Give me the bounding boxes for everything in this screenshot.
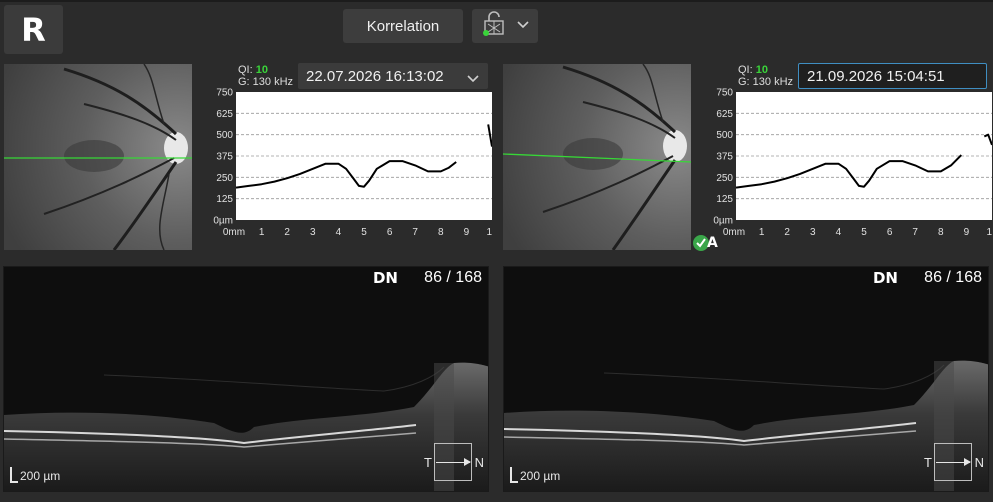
y-tick-label: 250 [216, 173, 233, 184]
correlation-button[interactable]: Korrelation [343, 9, 463, 43]
x-tick-label: 2 [784, 227, 790, 238]
x-tick-label: 4 [836, 227, 842, 238]
x-tick-label: 2 [284, 227, 290, 238]
fundus-image-right[interactable] [503, 64, 691, 250]
scale-bar-label: 200 µm [520, 469, 561, 483]
x-tick-label: 3 [810, 227, 816, 238]
x-tick-label: 5 [861, 227, 867, 238]
x-tick-label: 10 [986, 227, 992, 238]
y-tick-label: 750 [216, 88, 233, 99]
y-tick-label: 500 [716, 130, 733, 141]
orientation-nasal-label: N [974, 455, 984, 470]
bscan-view-right[interactable]: DN 86 / 168 200 µm T N [503, 266, 989, 492]
arrow-right-icon [936, 458, 971, 466]
x-tick-label: 0mm [223, 227, 245, 238]
y-tick-label: 125 [216, 194, 233, 205]
lock-dropdown-button[interactable] [472, 9, 538, 43]
thickness-chart-left: 0µm 125 250 375 500 625 750 0mm 1 2 3 4 5 6 7 8 9 10 [210, 88, 498, 244]
orientation-temporal-label: T [924, 455, 932, 470]
x-tick-label: 0mm [723, 227, 745, 238]
y-tick-label: 0µm [713, 216, 733, 227]
thickness-plot: 0µm 125 250 375 500 625 750 0mm 1 2 3 4 5 6 7 8 9 10 [713, 88, 993, 239]
y-tick-label: 500 [216, 130, 233, 141]
x-tick-label: 3 [310, 227, 316, 238]
x-tick-label: 8 [938, 227, 944, 238]
lock-grid-icon [480, 10, 508, 42]
oct-viewer: R Korrelation QI: 10 G: 130 kHz 22.07.20… [0, 0, 993, 502]
orientation-temporal-label: T [424, 455, 432, 470]
scale-bar-icon [10, 467, 18, 483]
y-tick-label: 625 [716, 109, 733, 120]
orientation-dn-label: DN [872, 269, 898, 287]
slice-counter: 86 / 168 [424, 269, 482, 286]
scan-rate-label: G: 130 kHz [738, 76, 794, 88]
exam-date-select-left[interactable]: 22.07.2026 16:13:02 [298, 63, 488, 89]
x-tick-label: 6 [887, 227, 893, 238]
y-tick-label: 0µm [213, 216, 233, 227]
y-tick-label: 125 [716, 194, 733, 205]
top-divider [0, 0, 993, 2]
y-tick-label: 625 [216, 109, 233, 120]
orientation-indicator: T N [424, 443, 484, 483]
y-tick-label: 375 [216, 152, 233, 163]
y-tick-label: 375 [716, 152, 733, 163]
qi-value: 10 [755, 64, 768, 76]
orientation-dn-label: DN [372, 269, 398, 287]
fundus-image-left[interactable] [4, 64, 192, 250]
chevron-down-icon [516, 17, 530, 35]
chevron-down-icon [466, 71, 480, 88]
qi-label: QI: [238, 64, 253, 76]
scan-rate-label: G: 130 kHz [238, 76, 294, 88]
x-tick-label: 10 [486, 227, 492, 238]
scale-bar-icon [510, 467, 518, 483]
qi-label: QI: [738, 64, 753, 76]
x-tick-label: 1 [259, 227, 265, 238]
bscan-view-left[interactable]: DN 86 / 168 200 µm T N [3, 266, 489, 492]
x-tick-label: 8 [438, 227, 444, 238]
exam-date-label: 22.07.2026 16:13:02 [306, 67, 444, 85]
x-tick-label: 5 [361, 227, 367, 238]
exam-date-select-right[interactable]: 21.09.2026 15:04:51 [798, 63, 987, 89]
x-tick-label: 4 [336, 227, 342, 238]
x-tick-label: 6 [387, 227, 393, 238]
eye-indicator: R [4, 5, 63, 54]
x-tick-label: 7 [412, 227, 418, 238]
orientation-nasal-label: N [474, 455, 484, 470]
y-tick-label: 750 [716, 88, 733, 99]
qi-value: 10 [255, 64, 268, 76]
orientation-indicator: T N [924, 443, 984, 483]
exam-date-label: 21.09.2026 15:04:51 [807, 67, 945, 85]
thickness-chart-right: 0µm 125 250 375 500 625 750 0mm 1 2 3 4 5 6 7 8 9 10 [710, 88, 993, 244]
thickness-plot: 0µm 125 250 375 500 625 750 0mm 1 2 3 4 5 6 7 8 9 10 [213, 88, 498, 239]
x-tick-label: 9 [964, 227, 970, 238]
x-tick-label: 7 [912, 227, 918, 238]
scale-bar-label: 200 µm [20, 469, 61, 483]
x-tick-label: 1 [759, 227, 765, 238]
x-tick-label: 9 [464, 227, 470, 238]
y-tick-label: 250 [716, 173, 733, 184]
slice-counter: 86 / 168 [924, 269, 982, 286]
arrow-right-icon [436, 458, 471, 466]
